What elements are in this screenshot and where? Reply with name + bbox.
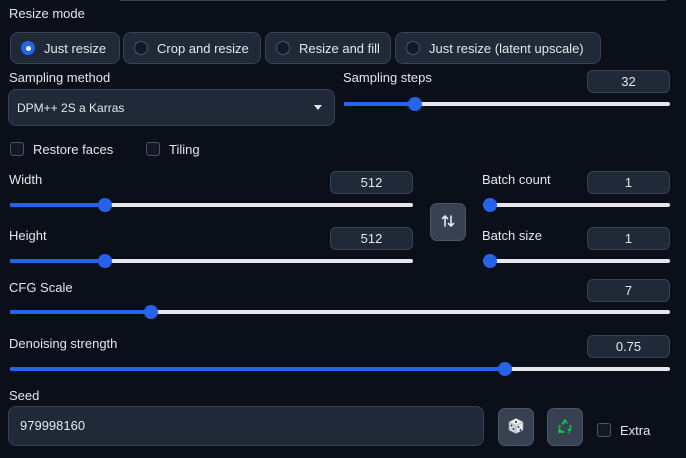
radio-indicator xyxy=(134,41,148,55)
seed-input[interactable]: 979998160 xyxy=(8,406,484,446)
width-input[interactable]: 512 xyxy=(330,171,413,194)
batch-count-slider[interactable] xyxy=(483,198,670,212)
height-input[interactable]: 512 xyxy=(330,227,413,250)
radio-resize-and-fill[interactable]: Resize and fill xyxy=(265,32,391,64)
slider-fill xyxy=(10,367,505,371)
width-label: Width xyxy=(9,172,43,187)
extra-checkbox[interactable] xyxy=(597,423,611,437)
sampling-steps-label: Sampling steps xyxy=(343,70,432,85)
sampling-method-dropdown[interactable]: DPM++ 2S a Karras xyxy=(8,89,335,126)
slider-thumb[interactable] xyxy=(498,362,512,376)
dice-icon xyxy=(507,417,525,438)
chevron-down-icon xyxy=(314,105,322,110)
batch-size-input[interactable]: 1 xyxy=(587,227,670,250)
resize-mode-label: Resize mode xyxy=(9,6,85,21)
slider-track xyxy=(483,259,670,263)
sampling-method-value: DPM++ 2S a Karras xyxy=(17,100,125,115)
batch-size-slider[interactable] xyxy=(483,254,670,268)
swap-arrows-icon xyxy=(441,214,455,231)
radio-just-resize[interactable]: Just resize xyxy=(10,32,120,64)
radio-selected-indicator xyxy=(21,41,35,55)
sampling-steps-slider[interactable] xyxy=(344,97,670,111)
denoising-strength-input[interactable]: 0.75 xyxy=(587,335,670,358)
radio-indicator xyxy=(406,41,420,55)
radio-label: Resize and fill xyxy=(299,40,380,56)
slider-fill xyxy=(10,310,152,314)
radio-label: Just resize xyxy=(44,40,107,56)
slider-thumb[interactable] xyxy=(483,254,497,268)
extra-label: Extra xyxy=(620,423,651,438)
slider-fill xyxy=(10,259,106,263)
random-seed-button[interactable] xyxy=(498,408,534,446)
sampling-method-label: Sampling method xyxy=(9,70,111,85)
restore-faces-label: Restore faces xyxy=(33,142,114,157)
cfg-scale-label: CFG Scale xyxy=(9,280,73,295)
slider-track xyxy=(483,203,670,207)
cfg-scale-input[interactable]: 7 xyxy=(587,279,670,302)
radio-label: Just resize (latent upscale) xyxy=(429,40,584,56)
slider-fill xyxy=(344,102,416,106)
batch-size-label: Batch size xyxy=(482,228,542,243)
slider-fill xyxy=(10,203,106,207)
slider-thumb[interactable] xyxy=(408,97,423,111)
reuse-seed-button[interactable] xyxy=(547,408,583,446)
radio-indicator xyxy=(276,41,290,55)
denoising-strength-label: Denoising strength xyxy=(9,336,118,351)
batch-count-label: Batch count xyxy=(482,172,551,187)
height-label: Height xyxy=(9,228,47,243)
height-slider[interactable] xyxy=(10,254,413,268)
batch-count-input[interactable]: 1 xyxy=(587,171,670,194)
denoising-strength-slider[interactable] xyxy=(10,362,670,376)
tiling-checkbox[interactable] xyxy=(146,142,160,156)
radio-crop-and-resize[interactable]: Crop and resize xyxy=(123,32,261,64)
slider-thumb[interactable] xyxy=(483,198,497,212)
recycle-icon xyxy=(555,416,575,439)
cfg-scale-slider[interactable] xyxy=(10,305,670,319)
width-slider[interactable] xyxy=(10,198,413,212)
radio-just-resize-latent-upscale[interactable]: Just resize (latent upscale) xyxy=(395,32,601,64)
sampling-steps-input[interactable]: 32 xyxy=(587,70,670,93)
section-divider xyxy=(120,0,666,1)
swap-dimensions-button[interactable] xyxy=(430,203,466,241)
slider-thumb[interactable] xyxy=(144,305,159,319)
slider-thumb[interactable] xyxy=(98,254,113,268)
radio-label: Crop and resize xyxy=(157,40,249,56)
seed-label: Seed xyxy=(9,388,40,403)
slider-thumb[interactable] xyxy=(98,198,113,212)
tiling-label: Tiling xyxy=(169,142,200,157)
restore-faces-checkbox[interactable] xyxy=(10,142,24,156)
